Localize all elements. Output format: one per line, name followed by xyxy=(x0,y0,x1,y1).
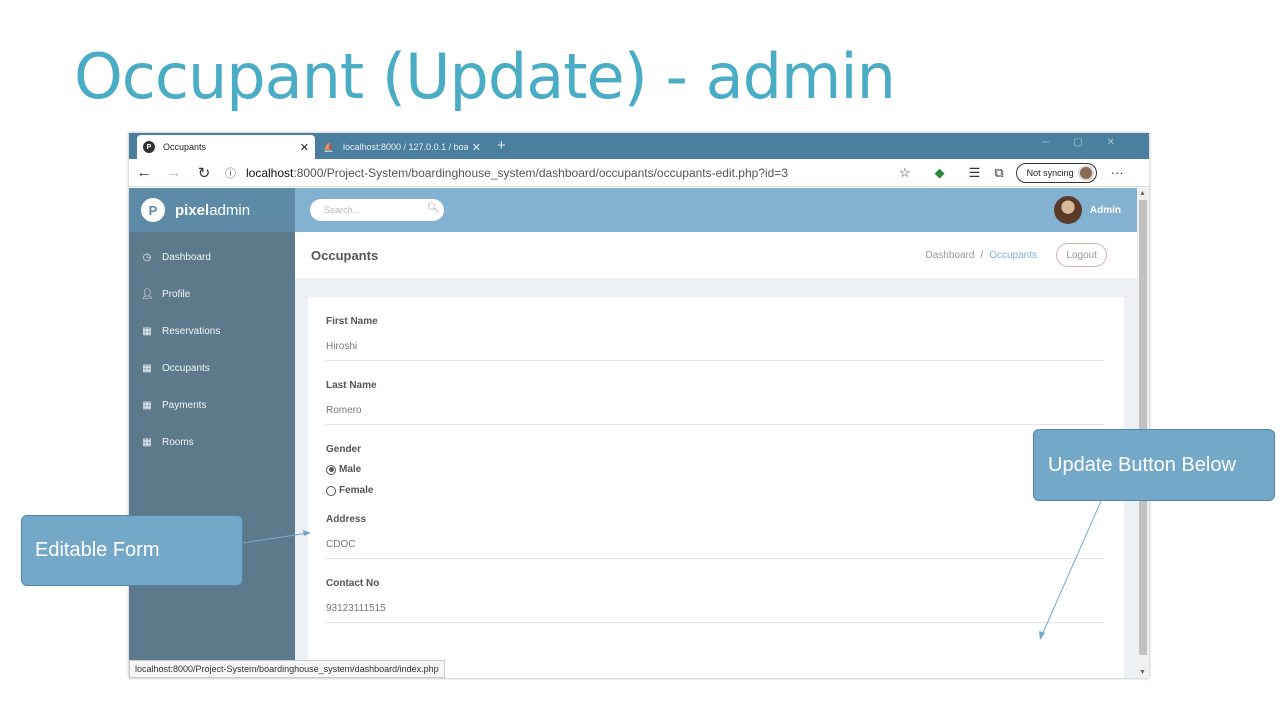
sidebar: ◷ Dashboard 👤︎ Profile ▦ Reservations ▦ … xyxy=(129,232,295,678)
address-input[interactable] xyxy=(326,526,1104,559)
url-path: :8000/Project-System/boardinghouse_syste… xyxy=(293,165,789,180)
breadcrumb-separator: / xyxy=(980,250,984,261)
breadcrumb-home[interactable]: Dashboard xyxy=(925,250,974,261)
last-name-label: Last Name xyxy=(326,380,377,391)
tab-label: Occupants xyxy=(163,142,207,152)
tab-occupants[interactable]: P Occupants ✕ xyxy=(137,135,315,159)
user-menu[interactable]: Admin xyxy=(1053,196,1121,224)
gender-option-female[interactable]: Female xyxy=(326,483,1106,498)
info-icon[interactable]: ⓘ xyxy=(225,165,236,181)
callout-update-button: Update Button Below xyxy=(1033,429,1275,501)
avatar xyxy=(1053,196,1082,224)
scroll-down-icon[interactable]: ▼ xyxy=(1139,669,1146,676)
sidebar-item-payments[interactable]: ▦ Payments xyxy=(129,387,295,424)
status-bar-url: localhost:8000/Project-System/boardingho… xyxy=(129,660,445,678)
user-name: Admin xyxy=(1089,204,1121,216)
close-icon[interactable]: ✕ xyxy=(300,141,309,154)
table-icon: ▦ xyxy=(142,363,152,374)
presentation-slide: Occupant (Update) - admin P Occupants ✕ … xyxy=(0,0,1280,720)
gender-option-male[interactable]: Male xyxy=(326,462,1106,477)
table-icon: ▦ xyxy=(142,326,152,337)
close-icon[interactable]: ✕ xyxy=(472,141,481,154)
favorites-list-icon[interactable]: ☰ xyxy=(969,165,981,181)
sync-label: Not syncing xyxy=(1026,167,1074,178)
scroll-thumb[interactable] xyxy=(1139,200,1147,655)
sidebar-item-occupants[interactable]: ▦ Occupants xyxy=(129,350,295,387)
new-tab-icon[interactable]: + xyxy=(497,137,506,154)
browser-window: P Occupants ✕ ⛵ localhost:8000 / 127.0.0… xyxy=(129,133,1149,678)
sidebar-item-reservations[interactable]: ▦ Reservations xyxy=(129,313,295,350)
logo[interactable]: P pixeladmin xyxy=(129,188,295,232)
url-field[interactable]: ⓘ localhost:8000/Project-System/boarding… xyxy=(225,165,875,181)
breadcrumb: Dashboard / Occupants xyxy=(925,250,1037,261)
gender-field: Gender Male Female xyxy=(326,425,1106,514)
refresh-icon[interactable]: ↻ xyxy=(189,164,219,182)
sidebar-item-label: Payments xyxy=(162,400,207,411)
radio-checked-icon[interactable] xyxy=(326,464,336,475)
tab-bar: P Occupants ✕ ⛵ localhost:8000 / 127.0.0… xyxy=(129,133,1149,159)
profile-avatar xyxy=(1077,164,1094,181)
collections-icon[interactable]: ⧉ xyxy=(994,165,1003,181)
address-field: Address xyxy=(326,514,1106,559)
edit-occupant-form: First Name Last Name Gender Male Female xyxy=(308,297,1124,678)
table-icon: ▦ xyxy=(142,437,152,448)
sidebar-item-label: Rooms xyxy=(162,437,194,448)
dashboard-icon: ◷ xyxy=(142,252,152,263)
last-name-input[interactable] xyxy=(326,392,1104,425)
callout-editable-form: Editable Form xyxy=(21,515,243,586)
address-bar: ← → ↻ ⓘ localhost:8000/Project-System/bo… xyxy=(129,159,1149,187)
sidebar-item-label: Dashboard xyxy=(162,252,211,263)
page-title: Occupants xyxy=(311,248,379,263)
phpmyadmin-favicon-icon: ⛵ xyxy=(323,142,335,152)
gender-label: Gender xyxy=(326,444,362,455)
top-navbar: P pixeladmin 🔍︎ Admin xyxy=(129,188,1137,232)
first-name-field: First Name xyxy=(326,297,1106,361)
more-options-icon[interactable]: ··· xyxy=(1111,165,1124,180)
contact-field: Contact No xyxy=(326,559,1106,623)
sidebar-item-label: Reservations xyxy=(162,326,221,337)
breadcrumb-current[interactable]: Occupants xyxy=(989,250,1037,261)
pixeladmin-favicon-icon: P xyxy=(143,141,155,153)
sidebar-item-dashboard[interactable]: ◷ Dashboard xyxy=(129,239,295,276)
page-header: Occupants Dashboard / Occupants Logout xyxy=(295,232,1137,278)
sidebar-item-profile[interactable]: 👤︎ Profile xyxy=(129,276,295,313)
first-name-label: First Name xyxy=(326,316,378,327)
address-label: Address xyxy=(326,514,367,525)
user-icon: 👤︎ xyxy=(141,289,154,300)
logout-button[interactable]: Logout xyxy=(1056,243,1107,267)
radio-unchecked-icon[interactable] xyxy=(326,485,336,496)
url-host: localhost xyxy=(246,165,294,180)
tab-label: localhost:8000 / 127.0.0.1 / boar xyxy=(343,142,468,152)
table-icon: ▦ xyxy=(142,400,152,411)
search-icon[interactable]: 🔍︎ xyxy=(427,203,440,214)
logo-text: pixeladmin xyxy=(175,201,251,219)
radio-label: Female xyxy=(339,485,374,496)
tab-phpmyadmin[interactable]: ⛵ localhost:8000 / 127.0.0.1 / boar ✕ xyxy=(317,135,487,159)
back-icon[interactable]: ← xyxy=(129,164,159,181)
extension-icon[interactable]: ◆ xyxy=(935,165,945,181)
slide-title: Occupant (Update) - admin xyxy=(74,40,896,113)
sidebar-item-label: Profile xyxy=(162,289,191,300)
sidebar-item-label: Occupants xyxy=(162,363,210,374)
last-name-field: Last Name xyxy=(326,361,1106,425)
favorite-star-icon[interactable]: ☆ xyxy=(899,165,911,181)
scroll-up-icon[interactable]: ▲ xyxy=(1139,190,1146,197)
first-name-input[interactable] xyxy=(326,328,1104,361)
contact-input[interactable] xyxy=(326,590,1104,623)
contact-label: Contact No xyxy=(326,578,380,589)
window-controls[interactable]: ─▢✕ xyxy=(1042,137,1139,148)
logo-badge-icon: P xyxy=(141,198,165,222)
sidebar-item-rooms[interactable]: ▦ Rooms xyxy=(129,424,295,461)
radio-label: Male xyxy=(339,464,362,475)
forward-icon[interactable]: → xyxy=(159,164,189,181)
web-app: P pixeladmin 🔍︎ Admin ◷ Dashboard 👤︎ Pro… xyxy=(129,188,1137,678)
search-input[interactable] xyxy=(310,199,444,221)
sync-button[interactable]: Not syncing xyxy=(1015,162,1097,183)
